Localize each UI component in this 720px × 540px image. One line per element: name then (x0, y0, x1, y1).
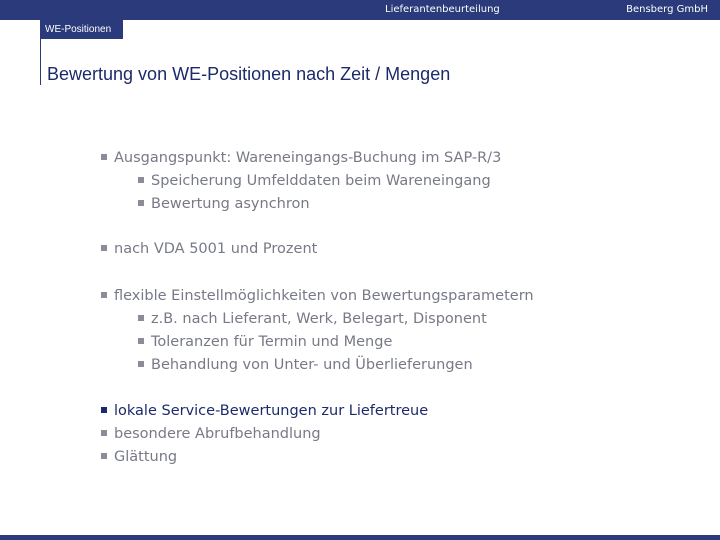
title-divider (40, 39, 41, 85)
bullet-item: besondere Abrufbehandlung (101, 425, 321, 443)
bullet-text: besondere Abrufbehandlung (114, 426, 321, 442)
bullet-text: Toleranzen für Termin und Menge (151, 334, 393, 350)
bullet-marker-icon (101, 245, 107, 251)
bullet-marker-icon (138, 338, 144, 344)
bullet-marker-icon (138, 200, 144, 206)
bullet-marker-icon (101, 407, 107, 413)
sub-bullet-item: Behandlung von Unter- und Überlieferunge… (138, 356, 473, 374)
section-tab-label: WE-Positionen (45, 24, 112, 35)
bullet-text: flexible Einstellmöglichkeiten von Bewer… (114, 288, 534, 304)
bullet-text: nach VDA 5001 und Prozent (114, 241, 318, 257)
bullet-text: Speicherung Umfelddaten beim Wareneingan… (151, 173, 491, 189)
slide-title: Bewertung von WE-Positionen nach Zeit / … (47, 64, 451, 84)
bullet-text: Glättung (114, 449, 178, 465)
sub-bullet-item: z.B. nach Lieferant, Werk, Belegart, Dis… (138, 310, 487, 328)
bullet-marker-icon (138, 177, 144, 183)
bullet-item: Ausgangspunkt: Wareneingangs-Buchung im … (101, 149, 501, 167)
bullet-marker-icon (101, 453, 107, 459)
bullet-marker-icon (101, 430, 107, 436)
bullet-item: lokale Service-Bewertungen zur Liefertre… (101, 402, 428, 420)
company-name: Bensberg GmbH (626, 4, 708, 15)
bullet-marker-icon (138, 361, 144, 367)
bullet-item: nach VDA 5001 und Prozent (101, 240, 317, 258)
bullet-marker-icon (101, 154, 107, 160)
bullet-text: z.B. nach Lieferant, Werk, Belegart, Dis… (151, 311, 487, 327)
bullet-text: Bewertung asynchron (151, 196, 310, 212)
sub-bullet-item: Bewertung asynchron (138, 195, 310, 213)
header-bar: Lieferantenbeurteilung Bensberg GmbH (0, 0, 720, 20)
bullet-item: flexible Einstellmöglichkeiten von Bewer… (101, 287, 534, 305)
sub-bullet-item: Speicherung Umfelddaten beim Wareneingan… (138, 172, 491, 190)
footer-bar (0, 535, 720, 540)
bullet-text: Behandlung von Unter- und Überlieferunge… (151, 357, 473, 373)
section-tab: WE-Positionen (40, 20, 123, 39)
bullet-marker-icon (138, 315, 144, 321)
presentation-title: Lieferantenbeurteilung (385, 4, 500, 15)
sub-bullet-item: Toleranzen für Termin und Menge (138, 333, 392, 351)
bullet-text: Ausgangspunkt: Wareneingangs-Buchung im … (114, 150, 502, 166)
bullet-item: Glättung (101, 448, 177, 466)
bullet-marker-icon (101, 292, 107, 298)
bullet-text: lokale Service-Bewertungen zur Liefertre… (114, 403, 429, 419)
